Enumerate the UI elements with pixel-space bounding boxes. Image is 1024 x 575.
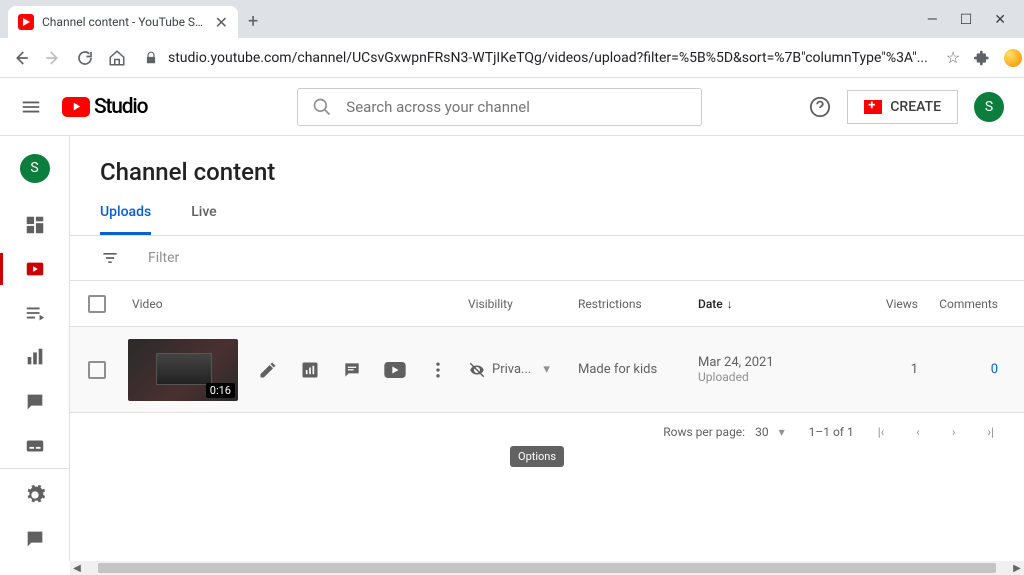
browser-toolbar: studio.youtube.com/channel/UCsvGxwpnFRsN… — [0, 38, 1024, 78]
videos-table: Video Visibility Restrictions Date↓ View… — [70, 281, 1024, 413]
col-comments[interactable]: Comments — [918, 297, 998, 311]
tab-live[interactable]: Live — [191, 204, 216, 235]
col-restrictions[interactable]: Restrictions — [578, 297, 698, 311]
content-tabs: Uploads Live — [70, 204, 1024, 236]
sort-desc-icon: ↓ — [727, 297, 733, 311]
sidebar-item-content[interactable] — [0, 247, 69, 291]
logo-text: Studio — [94, 95, 147, 119]
table-header: Video Visibility Restrictions Date↓ View… — [70, 281, 1024, 327]
options-icon[interactable] — [428, 360, 448, 380]
new-tab-button[interactable]: + — [238, 5, 268, 38]
prev-page-icon[interactable]: ‹ — [916, 425, 920, 439]
help-icon[interactable] — [809, 96, 831, 118]
sidebar-item-dashboard[interactable] — [0, 203, 69, 247]
visibility-private-icon — [468, 361, 486, 379]
window-minimize-icon[interactable]: — — [927, 12, 938, 28]
horizontal-scrollbar[interactable]: ◀ ▶ — [70, 561, 1024, 575]
sidebar-item-settings[interactable] — [0, 473, 69, 517]
lock-icon — [144, 51, 158, 65]
youtube-favicon-icon — [18, 14, 34, 30]
filter-bar[interactable]: Filter — [70, 236, 1024, 281]
sidebar: S — [0, 136, 70, 561]
studio-logo[interactable]: Studio — [62, 95, 147, 119]
filter-icon[interactable] — [100, 248, 120, 268]
chevron-down-icon[interactable]: ▾ — [543, 362, 550, 377]
create-label: CREATE — [890, 99, 941, 115]
create-camera-icon — [864, 100, 882, 114]
search-icon — [312, 97, 332, 117]
table-row[interactable]: 0:16 Priva... ▾ Made for kids — [70, 327, 1024, 413]
scroll-left-icon[interactable]: ◀ — [70, 563, 84, 574]
browser-tab[interactable]: Channel content - YouTube Studio ✕ — [8, 6, 238, 38]
home-icon[interactable] — [108, 49, 126, 67]
reload-icon[interactable] — [76, 49, 94, 67]
rows-per-page-value[interactable]: 30 — [755, 425, 769, 439]
video-duration: 0:16 — [206, 383, 235, 398]
select-all-checkbox[interactable] — [88, 295, 106, 313]
visibility-value: Priva... — [492, 362, 531, 377]
comments-value[interactable]: 0 — [918, 362, 998, 377]
account-avatar[interactable]: S — [974, 92, 1004, 122]
extension-app-icon[interactable] — [1004, 49, 1022, 67]
col-video[interactable]: Video — [128, 297, 468, 311]
row-actions — [258, 360, 448, 380]
col-date[interactable]: Date↓ — [698, 297, 838, 311]
sidebar-item-feedback[interactable] — [0, 517, 69, 561]
analytics-icon[interactable] — [300, 360, 320, 380]
url-text: studio.youtube.com/channel/UCsvGxwpnFRsN… — [168, 50, 928, 66]
address-bar[interactable]: studio.youtube.com/channel/UCsvGxwpnFRsN… — [140, 50, 932, 66]
row-checkbox[interactable] — [88, 361, 106, 379]
extension-icons: ☆ ⋮ — [946, 48, 1024, 67]
hamburger-menu-icon[interactable] — [20, 96, 42, 118]
edit-icon[interactable] — [258, 360, 278, 380]
tab-close-icon[interactable]: ✕ — [215, 13, 228, 32]
next-page-icon[interactable]: › — [952, 425, 956, 439]
scrollbar-thumb[interactable] — [98, 563, 996, 573]
window-close-icon[interactable]: ✕ — [994, 12, 1006, 28]
page-range: 1–1 of 1 — [809, 425, 854, 439]
scroll-right-icon[interactable]: ▶ — [1010, 563, 1024, 574]
sidebar-item-analytics[interactable] — [0, 335, 69, 379]
col-views[interactable]: Views — [838, 297, 918, 311]
sidebar-channel-avatar[interactable]: S — [20, 154, 50, 183]
create-button[interactable]: CREATE — [847, 90, 958, 124]
restrictions-value: Made for kids — [578, 362, 698, 377]
video-thumbnail[interactable]: 0:16 — [128, 339, 238, 401]
window-controls: — ☐ ✕ — [927, 12, 1024, 38]
search-box[interactable] — [297, 88, 702, 126]
sidebar-item-subtitles[interactable] — [0, 424, 69, 468]
app-header: Studio CREATE S — [0, 78, 1024, 136]
last-page-icon[interactable]: ›| — [987, 425, 994, 439]
extensions-icon[interactable] — [974, 50, 990, 66]
date-status: Uploaded — [698, 370, 838, 384]
sidebar-item-comments[interactable] — [0, 379, 69, 423]
first-page-icon[interactable]: |‹ — [878, 425, 885, 439]
comments-icon[interactable] — [342, 360, 362, 380]
col-visibility[interactable]: Visibility — [468, 297, 578, 311]
watch-icon[interactable] — [384, 362, 406, 378]
filter-label: Filter — [148, 250, 179, 266]
chevron-down-icon[interactable]: ▾ — [779, 425, 785, 439]
browser-tab-strip: Channel content - YouTube Studio ✕ + — ☐… — [0, 0, 1024, 38]
views-value: 1 — [838, 362, 918, 377]
back-icon[interactable] — [12, 49, 30, 67]
tab-title: Channel content - YouTube Studio — [42, 15, 207, 29]
tab-uploads[interactable]: Uploads — [100, 204, 151, 235]
rows-per-page-label: Rows per page: — [663, 425, 745, 439]
search-input[interactable] — [346, 98, 687, 116]
bookmark-star-icon[interactable]: ☆ — [946, 48, 960, 67]
sidebar-item-playlists[interactable] — [0, 291, 69, 335]
options-tooltip: Options — [510, 446, 564, 467]
page-title: Channel content — [70, 136, 1024, 204]
youtube-logo-icon — [62, 97, 90, 117]
date-value: Mar 24, 2021 — [698, 355, 838, 370]
forward-icon[interactable] — [44, 49, 62, 67]
window-maximize-icon[interactable]: ☐ — [960, 12, 973, 28]
main-content: Channel content Uploads Live Filter Vide… — [70, 136, 1024, 561]
